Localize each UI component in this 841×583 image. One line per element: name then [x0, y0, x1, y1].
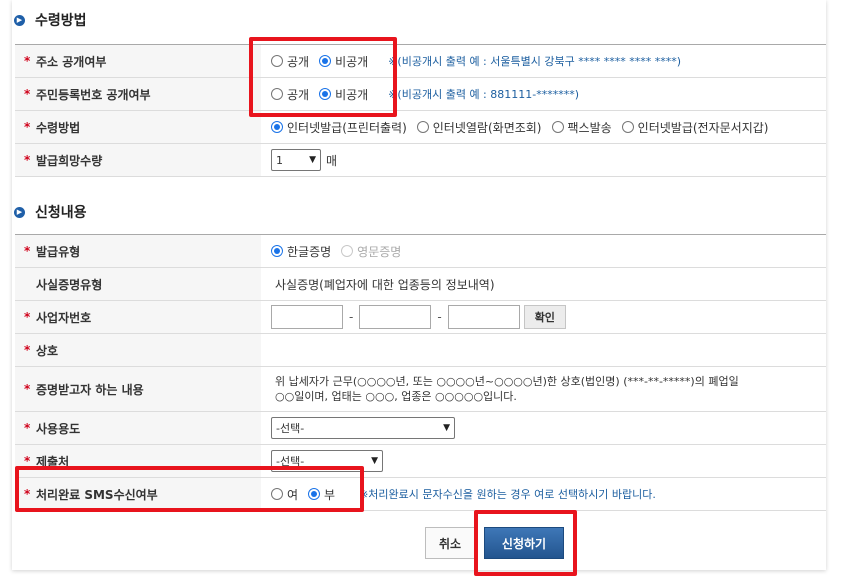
chevron-down-icon: ▼ — [443, 423, 450, 433]
method-fax-radio[interactable] — [551, 121, 564, 133]
required-mark: * — [24, 120, 31, 134]
required-mark: * — [24, 343, 31, 357]
arrow-right-icon: ▶ — [14, 14, 25, 26]
required-mark: * — [24, 54, 31, 68]
row-purpose: * 사용용도 -선택- ▼ — [15, 412, 826, 445]
quantity-select[interactable]: 1 ▼ — [271, 149, 321, 171]
arrow-right-icon: ▶ — [14, 206, 25, 218]
row-address-disclosure: * 주소 공개여부 공개 비공개 ※(비공개시 출력 예 : 서울특별시 강북구 … — [15, 45, 826, 78]
row-receipt-method: * 수령방법 인터넷발급(프린터출력) 인터넷열람(화면조회) 팩스발송 인터넷발… — [15, 111, 826, 144]
row-content: * 증명받고자 하는 내용 위 납세자가 근무(○○○○년, 또는 ○○○○년~○… — [15, 367, 826, 412]
method-print-radio[interactable] — [271, 121, 283, 133]
highlight-apply-button — [474, 510, 577, 576]
cancel-button[interactable]: 취소 — [425, 527, 475, 559]
row-issue-type: * 발급유형 한글증명 영문증명 — [15, 235, 826, 268]
receipt-table: * 주소 공개여부 공개 비공개 ※(비공개시 출력 예 : 서울특별시 강북구 … — [15, 44, 826, 177]
rrn-note: ※(비공개시 출력 예 : 881111-*******) — [388, 88, 580, 101]
required-mark: * — [24, 421, 31, 435]
required-mark: * — [24, 244, 31, 258]
required-mark: * — [24, 153, 31, 167]
chevron-down-icon: ▼ — [371, 456, 378, 466]
fact-type-value: 사실증명(폐업자에 대한 업종등의 정보내역) — [275, 277, 495, 292]
chevron-down-icon: ▼ — [309, 155, 316, 165]
required-mark: * — [24, 310, 31, 324]
row-trade-name: * 상호 — [15, 334, 826, 367]
sms-note: ※처리완료시 문자수신을 원하는 경우 여로 선택하시기 바랍니다. — [359, 488, 656, 501]
bizno-part3-input[interactable] — [447, 305, 520, 329]
confirm-button[interactable]: 확인 — [523, 305, 566, 329]
section-title-application: ▶ 신청내용 — [14, 200, 87, 224]
content-text: 위 납세자가 근무(○○○○년, 또는 ○○○○년~○○○○년)한 상호(법인명… — [275, 375, 739, 403]
row-quantity: * 발급희망수량 1 ▼ 매 — [15, 144, 826, 177]
row-rrn-disclosure: * 주민등록번호 공개여부 공개 비공개 ※(비공개시 출력 예 : 881111… — [15, 78, 826, 111]
bizno-part2-input[interactable] — [359, 305, 432, 329]
bizno-part1-input[interactable] — [271, 305, 343, 329]
address-note: ※(비공개시 출력 예 : 서울특별시 강북구 **** **** **** *… — [388, 55, 681, 68]
highlight-disclosure-radios — [249, 37, 397, 117]
section-title-receipt: ▶ 수령방법 — [14, 8, 87, 32]
highlight-sms-row — [15, 466, 364, 512]
method-view-radio[interactable] — [416, 121, 429, 133]
type-english-radio — [341, 245, 354, 257]
required-mark: * — [24, 382, 31, 396]
trade-name-value — [261, 334, 826, 366]
row-business-number: * 사업자번호 - - 확인 — [15, 301, 826, 334]
method-wallet-radio[interactable] — [621, 121, 634, 133]
type-korean-radio[interactable] — [271, 245, 283, 257]
row-fact-type: *사실증명유형 사실증명(폐업자에 대한 업종등의 정보내역) — [15, 268, 826, 301]
required-mark: * — [24, 87, 31, 101]
purpose-select[interactable]: -선택- ▼ — [271, 417, 455, 439]
